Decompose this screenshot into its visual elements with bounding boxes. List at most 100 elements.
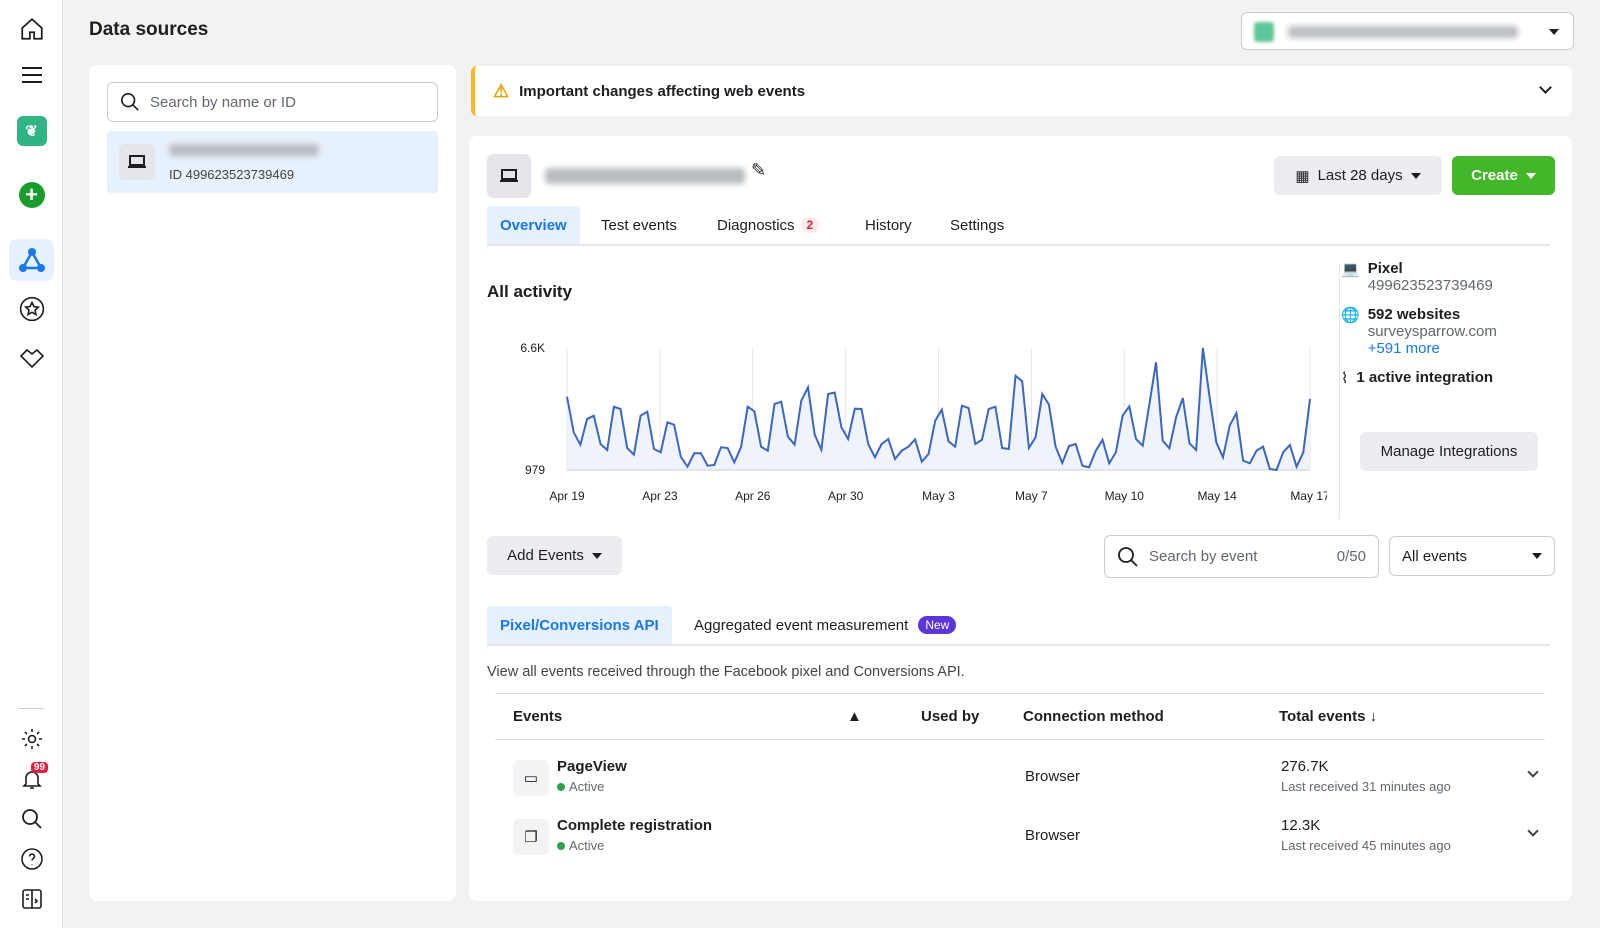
home-icon[interactable] <box>9 8 54 50</box>
date-range-button[interactable]: ▦ Last 28 days <box>1274 156 1442 195</box>
x-tick-label: Apr 30 <box>828 489 864 503</box>
data-source-list: Search by name or ID ID 499623523739469 <box>89 65 456 901</box>
more-websites-link[interactable]: +591 more <box>1368 340 1440 357</box>
col-used-by: Used by <box>921 708 980 725</box>
tab-pixel-conversions-api[interactable]: Pixel/Conversions API <box>487 606 672 644</box>
activity-chart: Apr 19 Apr 23 Apr 26 Apr 30 May 3 May 7 May 10… <box>520 341 1327 503</box>
x-tick-label: May 17 <box>1290 489 1327 503</box>
notifications-icon[interactable]: 99 <box>9 758 54 800</box>
create-label: Create <box>1471 167 1518 184</box>
y-tick-label: 6.6K <box>520 341 545 355</box>
connection-method: Browser <box>1025 768 1081 785</box>
col-connection-method: Connection method <box>1023 708 1164 725</box>
partner-icon[interactable] <box>9 337 54 379</box>
tab-label: History <box>865 216 912 234</box>
status-dot <box>557 842 565 850</box>
edit-pencil-icon[interactable]: ✎ <box>751 160 766 181</box>
app-logo-icon[interactable]: ❦ <box>9 110 54 152</box>
last-received: Last received 31 minutes ago <box>1281 779 1451 794</box>
total-events: 12.3K <box>1281 817 1321 834</box>
x-tick-label: May 14 <box>1197 489 1237 503</box>
banner-text: Important changes affecting web events <box>519 82 806 100</box>
pixel-id: ID 499623523739469 <box>169 167 295 182</box>
registration-form-icon: ❐ <box>513 819 549 855</box>
pixel-summary: 💻 Pixel 499623523739469 🌐 592 websites surve… <box>1341 260 1571 399</box>
y-tick-label: 979 <box>525 463 545 477</box>
tab-label: Overview <box>500 216 567 234</box>
add-icon[interactable]: + <box>9 174 54 216</box>
manage-integrations-button[interactable]: Manage Integrations <box>1360 432 1538 471</box>
account-selector[interactable] <box>1241 12 1574 50</box>
connection-method: Browser <box>1025 827 1081 844</box>
add-events-button[interactable]: Add Events <box>487 536 622 575</box>
x-tick-label: May 7 <box>1015 489 1048 503</box>
table-row[interactable]: ▭ PageView Active Browser 276.7K Last re… <box>495 754 1545 812</box>
star-icon[interactable] <box>9 288 54 330</box>
date-range-label: Last 28 days <box>1317 167 1403 184</box>
event-name: Complete registration <box>557 817 713 834</box>
caret-down-icon <box>1525 172 1536 179</box>
create-button[interactable]: Create <box>1452 156 1555 195</box>
tab-test-events[interactable]: Test events <box>588 206 690 244</box>
event-status: Active <box>569 838 605 853</box>
menu-icon[interactable] <box>9 54 54 96</box>
section-title: All activity <box>487 282 573 301</box>
tab-label: Diagnostics <box>717 216 795 234</box>
tab-settings[interactable]: Settings <box>937 206 1017 244</box>
new-badge: New <box>918 616 957 634</box>
page-title: Data sources <box>89 19 209 40</box>
tab-overview[interactable]: Overview <box>487 206 580 244</box>
search-icon <box>121 93 139 111</box>
status-dot <box>557 783 565 791</box>
col-events: Events <box>513 708 563 725</box>
integration-count: 1 active integration <box>1356 369 1494 386</box>
tab-aggregated-event-measurement[interactable]: Aggregated event measurement New <box>681 606 969 644</box>
notification-count: 99 <box>30 762 48 773</box>
laptop-icon: 💻 <box>1341 261 1360 278</box>
globe-icon: 🌐 <box>1341 307 1360 324</box>
search-placeholder: Search by event <box>1149 548 1258 565</box>
tab-label: Test events <box>601 216 677 234</box>
websites-count: 592 websites <box>1367 306 1461 323</box>
caret-down-icon <box>591 552 602 559</box>
events-manager-icon[interactable] <box>9 239 54 281</box>
description: View all events received through the Fac… <box>487 664 965 680</box>
calendar-icon: ▦ <box>1295 167 1310 185</box>
chevron-down-icon[interactable] <box>1539 81 1552 94</box>
x-tick-label: Apr 26 <box>735 489 771 503</box>
chevron-down-icon <box>1549 29 1559 35</box>
event-filter-dropdown[interactable]: All events <box>1389 536 1555 576</box>
x-tick-label: Apr 19 <box>549 489 585 503</box>
event-search-input[interactable]: Search by event 0/50 <box>1104 535 1379 578</box>
tab-history[interactable]: History <box>852 206 925 244</box>
settings-icon[interactable] <box>9 718 54 760</box>
list-item[interactable]: ID 499623523739469 <box>107 131 438 193</box>
caret-down-icon <box>1410 172 1421 179</box>
last-received: Last received 45 minutes ago <box>1281 838 1451 853</box>
caret-down-icon <box>1532 553 1542 559</box>
laptop-icon <box>119 144 155 180</box>
col-total-events-sort[interactable]: Total events ↓ <box>1279 708 1377 725</box>
expand-chevron-icon[interactable] <box>1527 825 1539 837</box>
search-input[interactable]: Search by name or ID <box>107 82 438 122</box>
tab-diagnostics[interactable]: Diagnostics 2 <box>704 206 832 244</box>
tabs-divider <box>487 244 1550 246</box>
pixel-name-blurred <box>545 168 745 184</box>
search-icon <box>1118 546 1138 567</box>
x-tick-label: May 3 <box>922 489 955 503</box>
help-icon[interactable] <box>9 838 54 880</box>
website: surveysparrow.com <box>1367 323 1497 340</box>
panel-icon[interactable] <box>9 878 54 920</box>
browser-window-icon: ▭ <box>513 760 549 796</box>
warning-icon: ⚠ <box>493 80 510 101</box>
pixel-label: Pixel <box>1367 260 1403 277</box>
expand-chevron-icon[interactable] <box>1527 766 1539 778</box>
add-events-label: Add Events <box>507 547 584 564</box>
pixel-name-blurred <box>169 144 319 156</box>
table-row[interactable]: ❐ Complete registration Active Browser 1… <box>495 813 1545 871</box>
char-count: 0/50 <box>1336 548 1366 565</box>
search-icon[interactable] <box>9 798 54 840</box>
manage-label: Manage Integrations <box>1380 443 1518 460</box>
search-placeholder: Search by name or ID <box>150 93 296 111</box>
warning-banner[interactable]: ⚠ Important changes affecting web events <box>471 66 1572 116</box>
